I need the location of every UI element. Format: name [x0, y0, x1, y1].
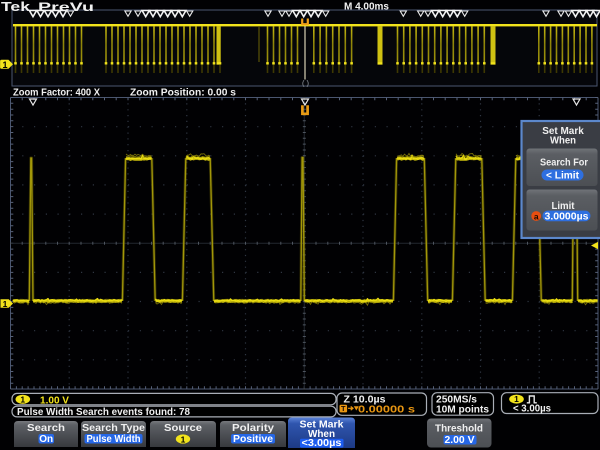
svg-text:Zoom Position: 0.00 s: Zoom Position: 0.00 s [130, 88, 236, 99]
svg-text:a: a [534, 211, 539, 221]
svg-text:When: When [550, 136, 576, 147]
svg-text:1: 1 [2, 60, 7, 70]
svg-text:3.0000µs: 3.0000µs [545, 211, 589, 222]
svg-text:<3.00µs: <3.00µs [302, 438, 342, 449]
svg-text:Threshold: Threshold [435, 423, 483, 435]
svg-text:Search Type: Search Type [82, 422, 145, 434]
svg-text:< Limit: < Limit [546, 171, 580, 182]
svg-text:1.00 V: 1.00 V [40, 394, 69, 406]
svg-text:Pulse Width: Pulse Width [87, 434, 141, 445]
svg-text:2.00 V: 2.00 V [445, 435, 475, 446]
svg-text:1: 1 [20, 394, 25, 404]
svg-text:0.00000 s: 0.00000 s [358, 403, 415, 415]
svg-text:Search For: Search For [540, 158, 588, 169]
svg-text:Tek: Tek [1, 0, 30, 14]
svg-text:T: T [341, 404, 346, 413]
svg-text:Pulse Width Search events foun: Pulse Width Search events found: 78 [17, 406, 190, 418]
svg-text:M 4.00ms: M 4.00ms [344, 1, 389, 13]
svg-text:( ): ( ) [302, 79, 310, 88]
svg-text:Zoom Factor: 400 X: Zoom Factor: 400 X [13, 88, 100, 99]
svg-text:On: On [39, 434, 53, 445]
svg-text:Search: Search [27, 422, 65, 434]
svg-text:Positive: Positive [233, 434, 273, 445]
svg-text:1: 1 [181, 434, 186, 444]
svg-text:Limit: Limit [552, 201, 576, 212]
svg-text:1: 1 [3, 299, 8, 309]
svg-text:PreVu: PreVu [38, 0, 94, 14]
svg-text:Source: Source [164, 422, 202, 434]
svg-text:Polarity: Polarity [232, 422, 274, 434]
svg-text:< 3.00µs: < 3.00µs [513, 403, 551, 415]
svg-text:10M points: 10M points [436, 404, 489, 416]
